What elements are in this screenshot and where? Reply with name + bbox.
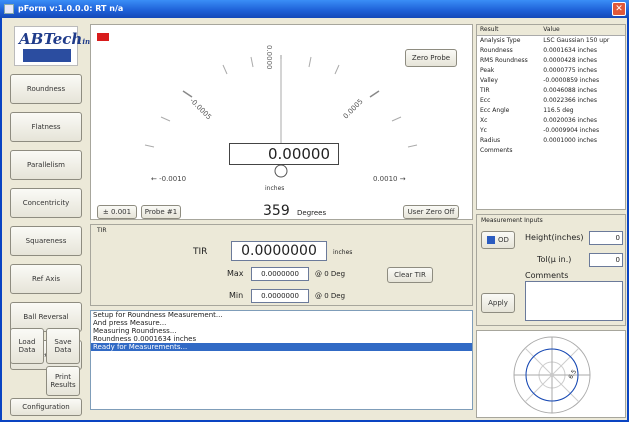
nav-roundness-button[interactable]: Roundness [10, 74, 82, 104]
table-row: Radius 0.0001000 inches [480, 136, 597, 144]
table-row: Xc 0.0020036 inches [480, 116, 597, 124]
nav-parallelism-button[interactable]: Parallelism [10, 150, 82, 180]
height-label: Height(inches) [525, 233, 584, 242]
comments-input[interactable] [525, 281, 623, 321]
company-logo: ABTechinc [14, 26, 94, 66]
od-icon [487, 236, 496, 244]
comments-label: Comments [525, 271, 569, 280]
max-label: Max [227, 269, 244, 278]
min-label: Min [229, 291, 244, 300]
nav-concentricity-button[interactable]: Concentricity [10, 188, 82, 218]
tir-panel: TIR TIR 0.0000000 inches Max 0.0000000 @… [90, 224, 473, 306]
degrees-label: Degrees [297, 209, 327, 217]
user-zero-off-button[interactable]: User Zero Off [403, 205, 459, 219]
log-line: Setup for Roundness Measurement... [93, 311, 223, 319]
dial-label-top: 0.0000 [265, 45, 273, 70]
tir-value: 0.0000000 [231, 241, 327, 261]
nav-flatness-button[interactable]: Flatness [10, 112, 82, 142]
od-button[interactable]: OD [481, 231, 515, 249]
nav-ref-axis-button[interactable]: Ref Axis [10, 264, 82, 294]
log-line: Roundness 0.0001634 inches [93, 335, 197, 343]
save-data-button[interactable]: Save Data [46, 328, 80, 364]
table-row: RMS Roundness 0.0000428 inches [480, 56, 597, 64]
gauge-panel: Zero Probe 0.0000 -0.0005 0.0005 ← -0.00… [90, 24, 473, 220]
max-deg: @ 0 Deg [315, 270, 346, 278]
results-header-result: Result [477, 25, 541, 36]
tol-input[interactable]: 0 [589, 253, 623, 267]
inputs-panel: Measurement Inputs OD Height(inches) 0 T… [476, 214, 626, 326]
table-row: Ecc Angle 116.5 deg [480, 106, 574, 114]
dial-label-max: 0.0010 → [373, 175, 406, 183]
table-row: Ecc 0.0022366 inches [480, 96, 597, 104]
configuration-button[interactable]: Configuration [10, 398, 82, 416]
min-deg: @ 0 Deg [315, 292, 346, 300]
results-table: Result Value Analysis Type LSC Gaussian 1… [477, 25, 625, 155]
clear-tir-button[interactable]: Clear TIR [387, 267, 433, 283]
tir-unit: inches [333, 249, 353, 256]
client-area: ABTechinc Roundness Flatness Parallelism… [0, 18, 629, 422]
inputs-section-label: Measurement Inputs [481, 217, 543, 224]
results-header-value: Value [540, 25, 625, 36]
table-row: Roundness 0.0001634 inches [480, 46, 597, 54]
app-icon [4, 4, 14, 14]
degrees-value: 359 [263, 203, 290, 219]
table-row: Yc -0.0009904 inches [480, 126, 600, 134]
log-line-selected: Ready for Measurements... [91, 343, 472, 351]
close-button[interactable]: ✕ [612, 2, 626, 16]
table-row: Valley -0.0000859 inches [480, 76, 600, 84]
polar-plot-panel: 6.5 [476, 330, 626, 418]
table-row: Analysis Type LSC Gaussian 150 upr [480, 36, 610, 44]
message-log[interactable]: Setup for Roundness Measurement... And p… [90, 310, 473, 410]
nav-squareness-button[interactable]: Squareness [10, 226, 82, 256]
title-bar: pForm v:1.0.0.0: RT n/a ✕ [0, 0, 629, 18]
od-button-label: OD [498, 236, 509, 244]
log-line: Measuring Roundness... [93, 327, 177, 335]
reading-unit: inches [265, 185, 285, 192]
table-row: TIR 0.0046088 inches [480, 86, 597, 94]
load-data-button[interactable]: Load Data [10, 328, 44, 364]
height-input[interactable]: 0 [589, 231, 623, 245]
window-title: pForm v:1.0.0.0: RT n/a [18, 4, 124, 13]
tir-section-label: TIR [97, 227, 107, 234]
apply-button[interactable]: Apply [481, 293, 515, 313]
table-row: Comments [480, 146, 513, 154]
probe-select-button[interactable]: Probe #1 [141, 205, 181, 219]
print-results-button[interactable]: Print Results [46, 366, 80, 396]
min-value: 0.0000000 [251, 289, 309, 303]
max-value: 0.0000000 [251, 267, 309, 281]
polar-plot [513, 336, 591, 414]
range-button[interactable]: ± 0.001 [97, 205, 137, 219]
probe-reading: 0.00000 [229, 143, 339, 165]
tol-label: Tol(μ in.) [537, 255, 572, 264]
results-panel: Result Value Analysis Type LSC Gaussian 1… [476, 24, 626, 210]
table-row: Peak 0.0000775 inches [480, 66, 597, 74]
zero-probe-button[interactable]: Zero Probe [405, 49, 457, 67]
log-line: And press Measure... [93, 319, 167, 327]
tir-label: TIR [193, 247, 208, 257]
dial-label-min: ← -0.0010 [151, 175, 187, 183]
